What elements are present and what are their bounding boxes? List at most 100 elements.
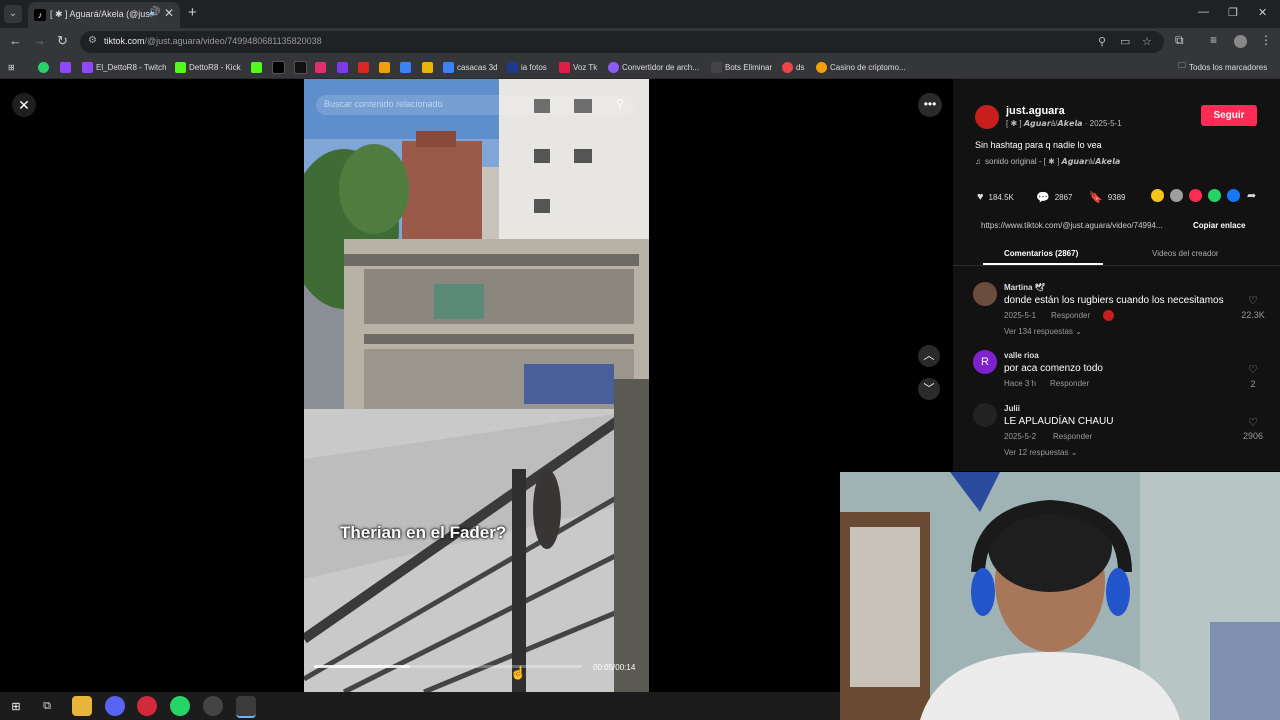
new-tab-button[interactable]: + — [188, 4, 197, 21]
previous-video-chevron-up-icon[interactable]: ︿ — [918, 345, 940, 367]
window-close-icon[interactable]: ✕ — [1258, 6, 1267, 19]
bookmark-star-icon[interactable]: ☆ — [1142, 35, 1152, 48]
whatsapp-share-icon[interactable] — [1208, 189, 1221, 202]
extensions-icon[interactable]: ⧉ — [1175, 33, 1184, 48]
follow-button[interactable]: Seguir — [1201, 105, 1257, 126]
more-options-icon[interactable]: ••• — [918, 93, 942, 117]
comment-author[interactable]: Martina 🕊 — [1004, 283, 1045, 292]
tab-comments[interactable]: Comentarios (2867) — [1004, 249, 1078, 258]
profile-avatar[interactable] — [1234, 35, 1247, 48]
progress-bar[interactable] — [314, 665, 582, 668]
site-info-icon[interactable]: ⚙ — [88, 35, 97, 46]
browser-menu-icon[interactable]: ⋮ — [1260, 33, 1272, 47]
video-player[interactable]: Buscar contenido relacionado ⚲ Therian e… — [304, 79, 649, 692]
save-stat[interactable]: 🔖 9389 — [1089, 191, 1126, 204]
search-icon[interactable]: ⚲ — [616, 97, 624, 110]
bookmark-voz-tk[interactable]: Voz Tk — [559, 59, 597, 75]
share-icon[interactable] — [1151, 189, 1164, 202]
tiktok-bookmark-icon[interactable] — [272, 59, 285, 75]
reply-button[interactable]: Responder — [1050, 379, 1089, 388]
bookmark-icon[interactable] — [60, 59, 71, 75]
search-input[interactable]: Buscar contenido relacionado ⚲ — [316, 95, 634, 115]
file-explorer-icon[interactable] — [72, 696, 92, 716]
chrome-icon[interactable] — [236, 696, 256, 718]
bookmark-icon[interactable] — [400, 59, 411, 75]
app-icon[interactable] — [137, 696, 157, 716]
share-arrow-icon[interactable]: ➦ — [1247, 189, 1256, 202]
view-replies-button[interactable]: Ver 134 respuestas ⌄ — [1004, 327, 1082, 336]
forward-icon[interactable]: → — [33, 33, 46, 48]
avatar[interactable]: R — [973, 350, 997, 374]
start-icon[interactable]: ⊞ — [6, 696, 26, 716]
task-view-icon[interactable]: ⧉ — [37, 696, 57, 716]
close-icon[interactable]: ✕ — [12, 93, 36, 117]
facebook-share-icon[interactable] — [1227, 189, 1240, 202]
bookmark-convertidor[interactable]: Convertidor de arch... — [608, 59, 699, 75]
whatsapp-bookmark-icon[interactable] — [38, 59, 49, 75]
bookmark-casino[interactable]: Casino de criptomo... — [816, 59, 906, 75]
heart-icon[interactable]: ♡ — [1248, 363, 1258, 376]
creator-username[interactable]: just.aguara — [1006, 105, 1065, 117]
bookmark-kick[interactable]: DettoR8 - Kick — [175, 59, 241, 75]
folder-icon: 🗀 — [1178, 61, 1186, 70]
apps-icon[interactable]: ⊞ — [8, 59, 15, 75]
comment-stat[interactable]: 💬 2867 — [1036, 191, 1073, 204]
avatar[interactable] — [973, 403, 997, 427]
comment-author[interactable]: Julii — [1004, 404, 1020, 413]
sound-link[interactable]: ♫ sonido original - [ ✱ ] 𝘼𝙜𝙪𝙖𝙧á/𝘼𝙠𝙚𝙡𝙖 — [975, 157, 1120, 166]
bookmark-icon[interactable] — [358, 59, 369, 75]
back-icon[interactable]: ← — [9, 33, 22, 48]
heart-icon[interactable]: ♡ — [1248, 294, 1258, 307]
like-count: 22.3K — [1241, 310, 1265, 320]
heart-icon[interactable]: ♡ — [1248, 416, 1258, 429]
tab-close-icon[interactable]: ✕ — [164, 6, 174, 20]
address-bar[interactable]: ⚙ tiktok.com/@just.aguara/video/74994806… — [80, 31, 1164, 53]
search-placeholder: Buscar contenido relacionado — [324, 99, 443, 109]
share-icon[interactable] — [1189, 189, 1202, 202]
restore-icon[interactable]: ❐ — [1228, 6, 1238, 19]
creator-display-line: [ ✱ ] 𝘼𝙜𝙪𝙖𝙧á/𝘼𝙠𝙚𝙡𝙖 · 2025-5-1 — [1006, 119, 1122, 128]
reload-icon[interactable]: ↻ — [57, 33, 68, 49]
creator-avatar[interactable] — [975, 105, 999, 129]
heart-icon: ♥ — [977, 191, 984, 203]
copy-link-button[interactable]: Copiar enlace — [1193, 221, 1245, 230]
zoom-icon[interactable]: ⚲ — [1098, 35, 1106, 48]
media-control-icon[interactable]: ≡ — [1210, 33, 1217, 47]
like-stat[interactable]: ♥ 184.5K — [977, 191, 1014, 203]
video-frame — [304, 79, 649, 692]
whatsapp-icon[interactable] — [170, 696, 190, 716]
post-link[interactable]: https://www.tiktok.com/@just.aguara/vide… — [981, 221, 1163, 230]
browser-tab-active[interactable]: ♪ [ ✱ ] Aguará/Akela (@just 🔊 ✕ — [28, 2, 180, 28]
browser-toolbar: ← → ↻ ⚙ tiktok.com/@just.aguara/video/74… — [0, 28, 1280, 56]
share-icon[interactable] — [1170, 189, 1183, 202]
x-bookmark-icon[interactable] — [294, 59, 307, 75]
bookmark-ds[interactable]: ds — [782, 59, 804, 75]
tab-creator-videos[interactable]: Videos del creador — [1152, 249, 1219, 258]
view-replies-button[interactable]: Ver 12 respuestas ⌄ — [1004, 448, 1077, 457]
bookmark-bots[interactable]: Bots Eliminar — [711, 59, 772, 75]
bookmark-casacas[interactable]: casacas 3d — [443, 59, 497, 75]
comment-date: 2025-5-2 — [1004, 432, 1037, 441]
bookmark-icon[interactable] — [379, 59, 390, 75]
reply-button[interactable]: Responder — [1051, 311, 1090, 320]
bookmark-ia-fotos[interactable]: ia fotos — [507, 59, 547, 75]
url-text[interactable]: tiktok.com/@just.aguara/video/7499480681… — [104, 36, 322, 46]
comment-date: Hace 3 h — [1004, 379, 1037, 388]
speaker-icon[interactable]: 🔊 — [148, 7, 160, 18]
bookmark-icon[interactable] — [337, 59, 348, 75]
bookmark-icon[interactable] — [422, 59, 433, 75]
tab-search-button[interactable]: ⌄ — [4, 5, 22, 23]
all-bookmarks[interactable]: 🗀 Todos los marcadores — [1178, 59, 1267, 75]
instagram-bookmark-icon[interactable] — [315, 59, 326, 75]
creator-liked-avatar — [1103, 310, 1114, 321]
bookmark-twitch[interactable]: El_DettoR8 - Twitch — [82, 59, 167, 75]
obs-icon[interactable] — [203, 696, 223, 716]
reply-button[interactable]: Responder — [1053, 432, 1092, 441]
cast-icon[interactable]: ▭ — [1120, 35, 1130, 48]
comment-author[interactable]: valle rioa — [1004, 351, 1039, 360]
minimize-icon[interactable]: — — [1198, 6, 1209, 18]
next-video-chevron-down-icon[interactable]: ﹀ — [918, 378, 940, 400]
app-icon[interactable] — [105, 696, 125, 716]
kick-bookmark-icon[interactable] — [251, 59, 262, 75]
avatar[interactable] — [973, 282, 997, 306]
